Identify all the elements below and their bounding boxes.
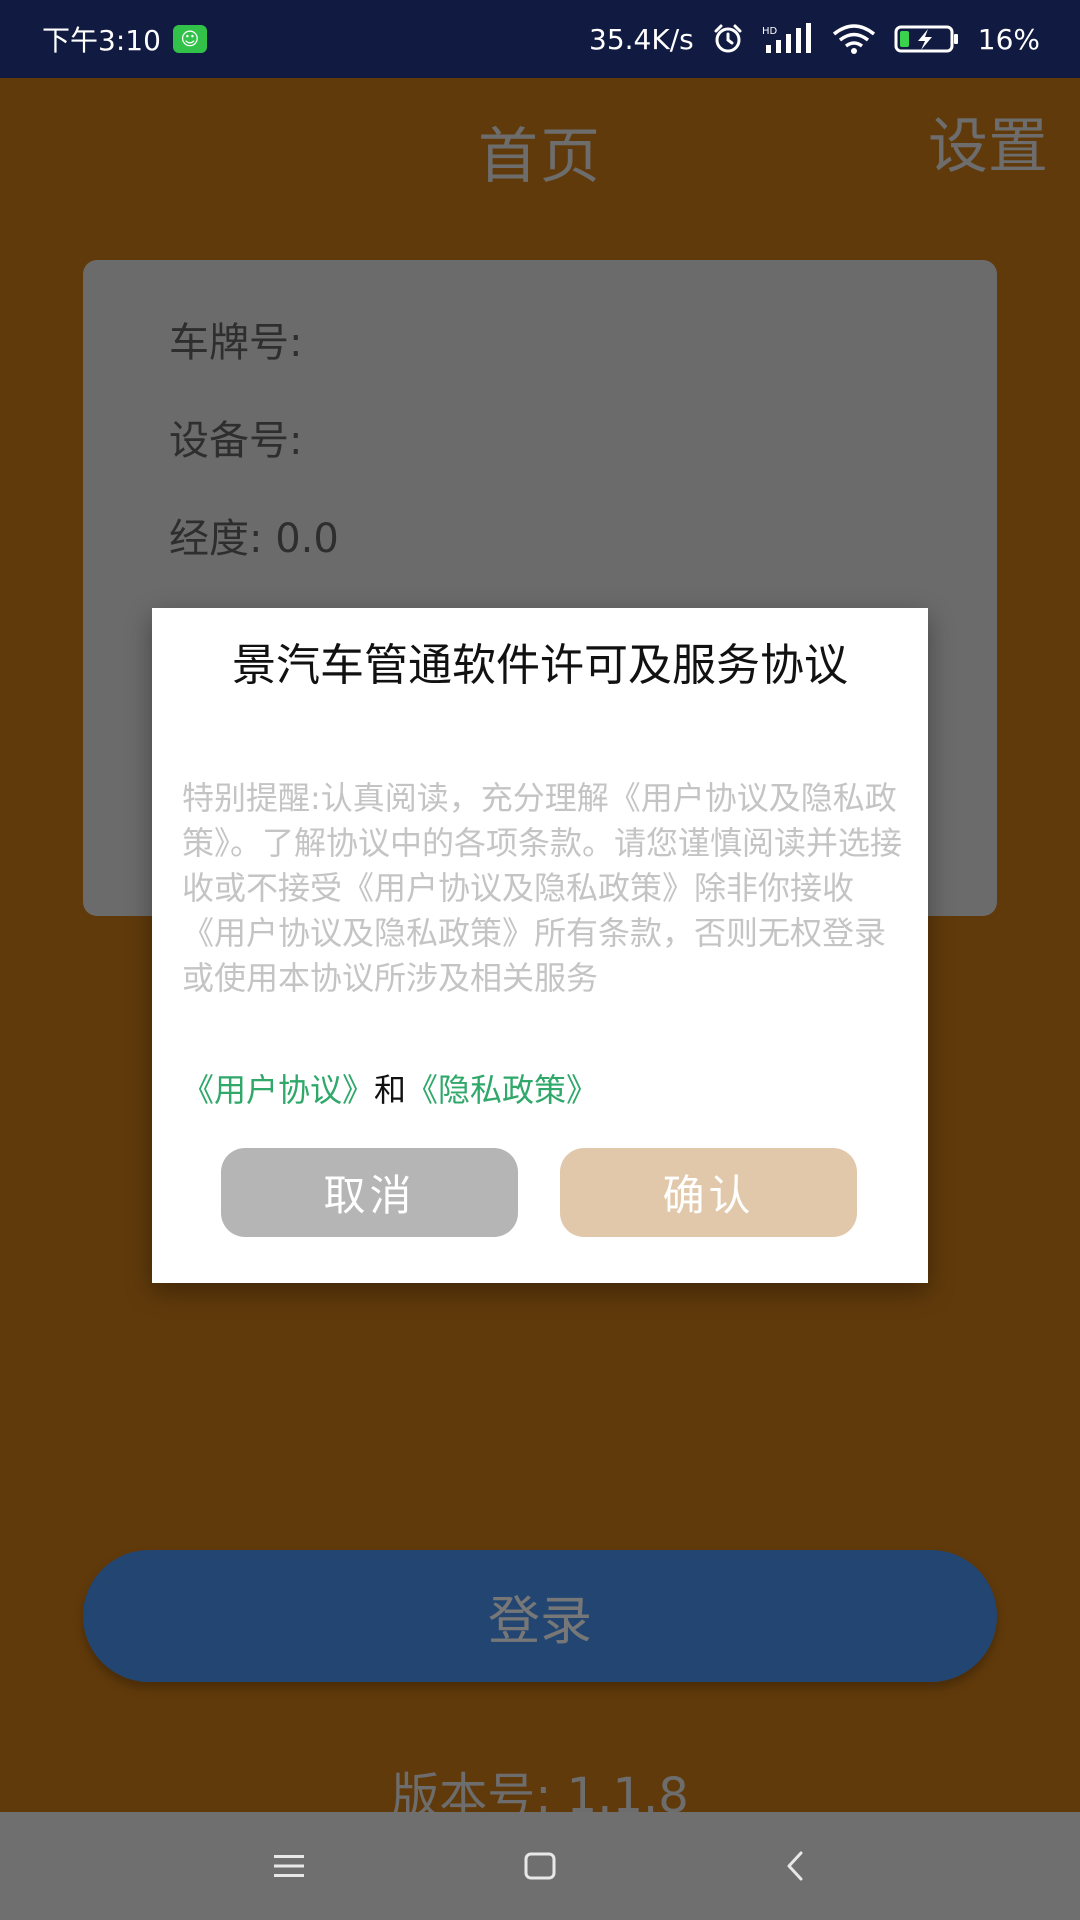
confirm-button[interactable]: 确认 [560, 1148, 857, 1237]
alarm-icon [712, 23, 744, 55]
agreement-dialog: 景汽车管通软件许可及服务协议 特别提醒:认真阅读，充分理解《用户协议及隐私政策》… [152, 608, 928, 1283]
menu-icon[interactable] [259, 1836, 319, 1896]
status-bar: 下午3:10 ☺ 35.4K/s HD 16% [0, 0, 1080, 78]
hd-label: HD [762, 26, 778, 37]
links-conjunction: 和 [374, 1071, 407, 1109]
battery-charging-icon [894, 24, 960, 54]
signal-icon: HD [762, 23, 814, 55]
back-icon[interactable] [765, 1836, 825, 1896]
status-right: 35.4K/s HD 16% [589, 0, 1040, 78]
network-speed: 35.4K/s [589, 22, 694, 56]
status-left: 下午3:10 ☺ [42, 0, 207, 78]
navigation-bar [0, 1812, 1080, 1920]
dialog-body-text: 特别提醒:认真阅读，充分理解《用户协议及隐私政策》。了解协议中的各项条款。请您谨… [182, 779, 903, 997]
privacy-policy-link[interactable]: 《隐私政策》 [406, 1071, 598, 1109]
status-time: 下午3:10 [42, 24, 161, 57]
agreement-links: 《用户协议》和《隐私政策》 [182, 1068, 598, 1112]
user-agreement-link[interactable]: 《用户协议》 [182, 1071, 374, 1109]
battery-percent: 16% [977, 22, 1040, 56]
dialog-title: 景汽车管通软件许可及服务协议 [232, 640, 848, 691]
notification-app-icon: ☺ [172, 25, 207, 53]
cancel-button[interactable]: 取消 [221, 1148, 518, 1237]
home-icon[interactable] [510, 1836, 570, 1896]
wifi-icon [832, 23, 876, 55]
